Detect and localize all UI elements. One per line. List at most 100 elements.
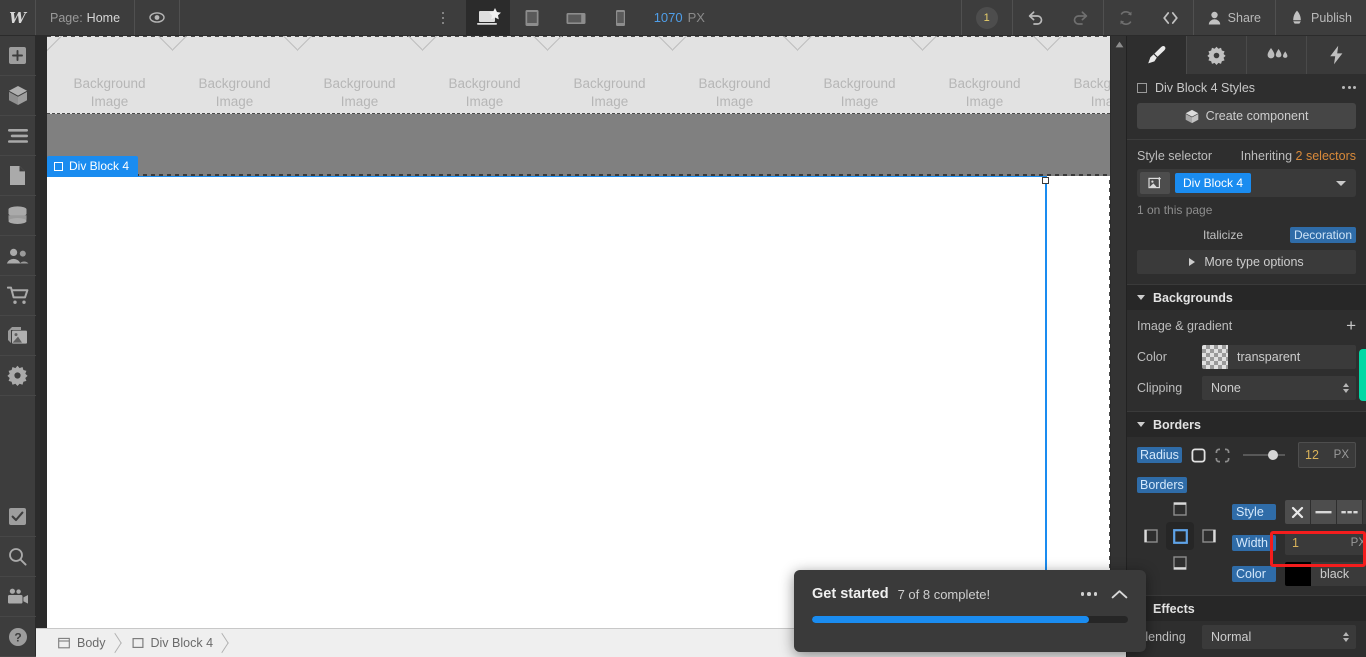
tab-interactions[interactable]: [1307, 36, 1366, 74]
border-side-bottom[interactable]: [1168, 551, 1191, 574]
borders-label[interactable]: Borders: [1137, 477, 1187, 493]
background-image-placeholder[interactable]: BackgroundImage: [297, 36, 422, 113]
background-image-placeholder[interactable]: BackgroundImage: [47, 36, 172, 113]
code-export-button[interactable]: [1148, 0, 1193, 35]
background-image-placeholder[interactable]: BackgroundImage: [172, 36, 297, 113]
more-type-options-button[interactable]: More type options: [1137, 250, 1356, 274]
undo-button[interactable]: [1013, 0, 1058, 35]
tab-style[interactable]: [1127, 36, 1187, 74]
background-image-placeholder[interactable]: BackgroundImage: [672, 36, 797, 113]
radius-input[interactable]: 12 PX: [1298, 442, 1356, 468]
changes-badge-wrap[interactable]: 1: [960, 0, 1012, 35]
placeholder-text: BackgroundImage: [948, 76, 1021, 109]
page-selector[interactable]: Page: Home: [36, 0, 136, 35]
radius-individual-corners-icon[interactable]: [1215, 448, 1230, 463]
mobile-portrait-breakpoint[interactable]: [598, 0, 642, 35]
sidebar-item-assets[interactable]: [0, 316, 36, 356]
selection-resize-handle[interactable]: [1042, 177, 1049, 184]
border-color-swatch[interactable]: [1285, 562, 1311, 586]
borders-section-header[interactable]: Borders: [1127, 411, 1366, 437]
radius-label[interactable]: Radius: [1137, 447, 1182, 463]
share-button[interactable]: Share: [1194, 0, 1275, 35]
background-image-placeholder[interactable]: BackgroundImage: [1047, 36, 1110, 113]
background-color-field[interactable]: transparent: [1202, 344, 1356, 369]
border-side-left[interactable]: [1139, 524, 1162, 547]
sidebar-item-navigator[interactable]: [0, 116, 36, 156]
decoration-label[interactable]: Decoration: [1289, 227, 1356, 243]
sidebar-item-video[interactable]: [0, 577, 36, 617]
border-width-label[interactable]: Width: [1232, 535, 1276, 551]
selector-tag[interactable]: Div Block 4: [1175, 173, 1252, 193]
hero-section[interactable]: Background Image Background Image Backgrou…: [47, 36, 1110, 114]
sidebar-item-pages[interactable]: [0, 156, 36, 196]
effects-section-header[interactable]: Effects: [1127, 595, 1366, 621]
sidebar-item-add-elements[interactable]: [0, 36, 36, 76]
toast-more-button[interactable]: [1080, 592, 1112, 596]
webflow-logo[interactable]: W: [0, 0, 36, 35]
background-image-placeholder[interactable]: BackgroundImage: [422, 36, 547, 113]
selector-field[interactable]: Div Block 4: [1137, 169, 1356, 197]
preview-toggle[interactable]: [135, 0, 181, 35]
selector-usage-count: 1 on this page: [1137, 203, 1213, 217]
background-image-placeholder[interactable]: BackgroundImage: [547, 36, 672, 113]
add-background-icon[interactable]: +: [1346, 317, 1356, 334]
get-started-toast[interactable]: Get started 7 of 8 complete!: [794, 570, 1146, 652]
sidebar-item-audit[interactable]: [0, 497, 36, 537]
border-style-dashed[interactable]: [1337, 500, 1363, 524]
sidebar-item-cms[interactable]: [0, 196, 36, 236]
clipping-select[interactable]: None: [1202, 375, 1356, 400]
tablet-breakpoint[interactable]: [510, 0, 554, 35]
create-component-button[interactable]: Create component: [1137, 103, 1356, 129]
design-canvas[interactable]: Background Image Background Image Backgrou…: [47, 36, 1110, 628]
border-side-top[interactable]: [1168, 497, 1191, 520]
breadcrumb-item-body[interactable]: Body: [46, 629, 120, 657]
refresh-button[interactable]: [1104, 0, 1148, 35]
border-width-input[interactable]: 1 PX: [1285, 531, 1366, 555]
publish-group: Publish: [1275, 0, 1366, 35]
border-color-field[interactable]: black: [1285, 562, 1366, 586]
mobile-landscape-breakpoint[interactable]: [554, 0, 598, 35]
sidebar-item-ecommerce[interactable]: [0, 276, 36, 316]
radius-slider-knob[interactable]: [1268, 450, 1279, 460]
selected-div-block-4[interactable]: Div Block 4: [47, 156, 1049, 628]
selection-label-badge[interactable]: Div Block 4: [47, 156, 139, 176]
breadcrumb-item-div-block-4[interactable]: Div Block 4: [120, 629, 228, 657]
scroll-up-arrow[interactable]: [1111, 36, 1127, 52]
tab-style-manager[interactable]: [1247, 36, 1307, 74]
tab-settings[interactable]: [1187, 36, 1247, 74]
sidebar-item-search[interactable]: [0, 537, 36, 577]
border-style-none[interactable]: [1285, 500, 1311, 524]
toast-collapse-button[interactable]: [1111, 589, 1128, 600]
redo-button[interactable]: [1058, 0, 1103, 35]
border-side-all[interactable]: [1166, 522, 1194, 550]
water-drops-icon: [1265, 46, 1289, 64]
desktop-breakpoint[interactable]: [465, 0, 510, 35]
borders-title: Borders: [1153, 417, 1201, 432]
border-color-label[interactable]: Color: [1232, 566, 1276, 582]
radius-all-corners-icon[interactable]: [1191, 447, 1206, 463]
sidebar-item-help[interactable]: ?: [0, 617, 36, 657]
panel-more-button[interactable]: [1342, 86, 1356, 89]
backgrounds-section-header[interactable]: Backgrounds: [1127, 284, 1366, 310]
sidebar-item-settings[interactable]: [0, 356, 36, 396]
sidebar-item-users[interactable]: [0, 236, 36, 276]
transparent-swatch[interactable]: [1202, 344, 1228, 369]
grey-section-block[interactable]: [47, 114, 1110, 176]
border-style-label[interactable]: Style: [1232, 504, 1276, 520]
background-image-placeholder[interactable]: BackgroundImage: [797, 36, 922, 113]
border-side-right[interactable]: [1197, 524, 1220, 547]
inheriting-info[interactable]: Inheriting 2 selectors: [1241, 149, 1356, 163]
background-color-row: Color transparent: [1127, 341, 1366, 372]
publish-button[interactable]: Publish: [1276, 0, 1366, 35]
radius-slider[interactable]: [1242, 450, 1285, 460]
canvas-options-button[interactable]: [420, 0, 466, 35]
dot: [1342, 86, 1345, 89]
mobile-portrait-icon: [612, 8, 628, 28]
canvas-vertical-scrollbar[interactable]: [1110, 36, 1126, 628]
sidebar-item-components[interactable]: [0, 76, 36, 116]
selector-image-icon[interactable]: [1140, 172, 1170, 194]
chevron-down-icon[interactable]: [1336, 180, 1346, 186]
blending-select[interactable]: Normal: [1202, 624, 1356, 649]
border-style-solid[interactable]: [1311, 500, 1337, 524]
background-image-placeholder[interactable]: BackgroundImage: [922, 36, 1047, 113]
